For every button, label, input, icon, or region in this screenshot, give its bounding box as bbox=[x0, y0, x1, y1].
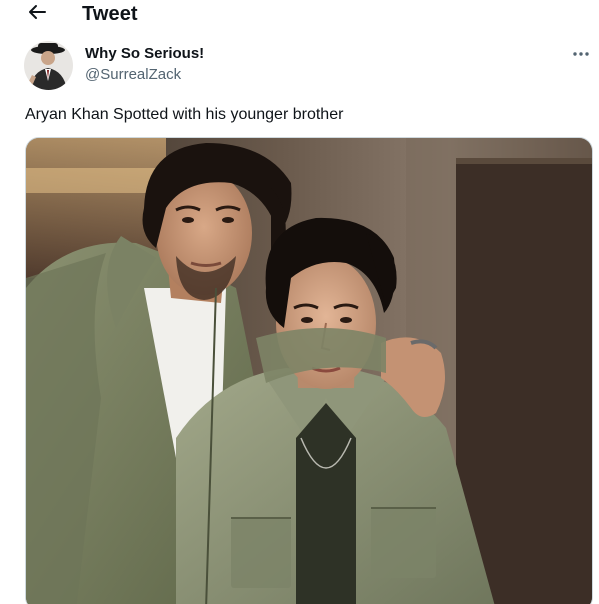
tweet-photo[interactable] bbox=[25, 137, 593, 604]
tweet-header: Tweet bbox=[0, 0, 599, 30]
more-dots-icon bbox=[572, 44, 590, 62]
back-button[interactable] bbox=[24, 2, 50, 26]
avatar[interactable] bbox=[24, 41, 73, 90]
photo-image bbox=[26, 138, 592, 604]
more-button[interactable] bbox=[568, 44, 594, 62]
tweet-page: Tweet Why So Serious! @SurrealZack Aryan… bbox=[0, 0, 599, 604]
author-display-name[interactable]: Why So Serious! bbox=[85, 45, 204, 63]
author-handle[interactable]: @SurrealZack bbox=[85, 66, 181, 84]
tweet-text: Aryan Khan Spotted with his younger brot… bbox=[25, 106, 344, 123]
page-title: Tweet bbox=[82, 3, 138, 25]
arrow-left-icon bbox=[27, 2, 47, 27]
